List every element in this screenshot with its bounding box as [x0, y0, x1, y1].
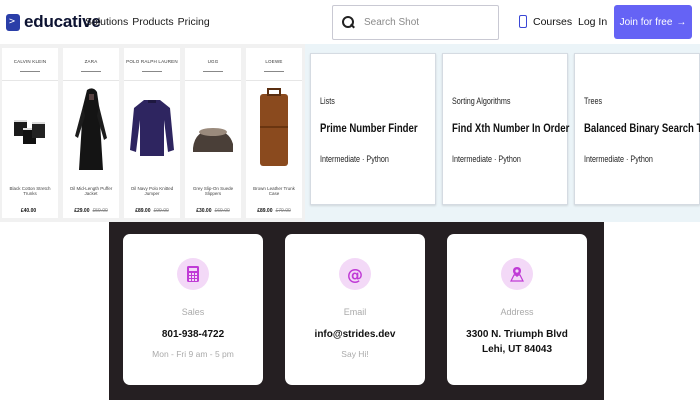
- shot-card[interactable]: Trees Balanced Binary Search Tree Interm…: [574, 53, 700, 205]
- contact-card-sales: Sales 801-938-4722 Mon - Fri 9 am - 5 pm: [123, 234, 263, 385]
- contact-hours: Mon - Fri 9 am - 5 pm: [152, 349, 234, 359]
- contact-section: Sales 801-938-4722 Mon - Fri 9 am - 5 pm…: [109, 222, 604, 400]
- divider: [185, 80, 241, 81]
- courses-label: Courses: [533, 15, 573, 28]
- divider: [124, 80, 180, 81]
- product-name: Oil Mid-Length Puffer Jacket: [69, 186, 113, 196]
- nav-solutions[interactable]: Solutions: [85, 16, 128, 28]
- product-name: Grey Slip-On Suede Slippers: [192, 186, 234, 196]
- product-card[interactable]: LOEWE Brown Leather Trunk Case £89.00 £79…: [246, 48, 302, 218]
- divider: [2, 80, 58, 81]
- shot-meta: Intermediate · Python: [584, 154, 653, 164]
- price: £89.00: [257, 208, 273, 214]
- calculator-icon: [177, 258, 209, 290]
- shot-card[interactable]: Lists Prime Number Finder Intermediate ·…: [310, 53, 436, 205]
- divider: [264, 71, 284, 72]
- product-brand: LOEWE: [265, 59, 283, 64]
- puffer-jacket-image: [75, 88, 107, 170]
- product-brand: CALVIN KLEIN: [13, 59, 47, 64]
- shot-title: Find Xth Number In Order: [452, 121, 570, 135]
- old-price: £99.00: [153, 208, 169, 214]
- top-navbar: > educative Solutions Products Pricing C…: [0, 0, 700, 44]
- product-price: £29.00 £59.00: [63, 208, 119, 214]
- shot-category: Trees: [584, 96, 603, 106]
- contact-label: Email: [343, 307, 367, 317]
- shot-category: Lists: [320, 96, 335, 106]
- contact-address: 3300 N. Triumph Blvd Lehi, UT 84043: [447, 327, 587, 357]
- price: £40.00: [20, 208, 37, 214]
- nav-products[interactable]: Products: [132, 16, 173, 28]
- price: £29.00: [74, 208, 90, 214]
- mobile-icon: [519, 15, 527, 28]
- product-price: £30.00 £69.00: [185, 208, 241, 214]
- join-label: Join for free: [619, 16, 673, 28]
- address-line-2: Lehi, UT 84043: [481, 344, 553, 355]
- product-name: Black Cotton Stretch Trunks: [9, 186, 51, 196]
- join-for-free-button[interactable]: Join for free →: [614, 5, 692, 39]
- shots-section: Lists Prime Number Finder Intermediate ·…: [305, 44, 700, 222]
- contact-card-email: @ Email info@strides.dev Say Hi!: [285, 234, 425, 385]
- product-brand: UGG: [207, 59, 219, 64]
- shot-meta: Intermediate · Python: [320, 154, 389, 164]
- slipper-image: [193, 128, 233, 152]
- search-input[interactable]: [364, 17, 494, 28]
- contact-email[interactable]: info@strides.dev: [285, 327, 425, 342]
- shot-card[interactable]: Sorting Algorithms Find Xth Number In Or…: [442, 53, 570, 205]
- search-box[interactable]: [332, 5, 499, 40]
- search-icon: [342, 16, 355, 29]
- contact-label: Sales: [181, 307, 205, 317]
- divider: [20, 71, 40, 72]
- nav-pricing[interactable]: Pricing: [178, 16, 210, 28]
- contact-card-address: Address 3300 N. Triumph Blvd Lehi, UT 84…: [447, 234, 587, 385]
- divider: [63, 80, 119, 81]
- price: £89.00: [135, 208, 151, 214]
- product-card[interactable]: ZARA Oil Mid-Length Puffer Jacket £29.00…: [63, 48, 119, 218]
- courses-link[interactable]: Courses: [519, 15, 572, 28]
- page: > educative Solutions Products Pricing C…: [0, 0, 700, 400]
- login-link[interactable]: Log In: [578, 16, 607, 28]
- shot-meta: Intermediate · Python: [452, 154, 521, 164]
- old-price: £59.00: [92, 208, 108, 214]
- at-sign-icon: @: [339, 258, 371, 290]
- price: £30.00: [196, 208, 212, 214]
- shot-category: Sorting Algorithms: [452, 96, 511, 106]
- divider: [81, 71, 101, 72]
- product-card[interactable]: UGG Grey Slip-On Suede Slippers £30.00 £6…: [185, 48, 241, 218]
- jumper-image: [130, 100, 174, 156]
- product-brand: POLO RALPH LAUREN: [126, 59, 178, 64]
- contact-phone[interactable]: 801-938-4722: [123, 327, 263, 342]
- map-pin-icon: [501, 258, 533, 290]
- old-price: £69.00: [214, 208, 230, 214]
- suitcase-image: [260, 88, 288, 166]
- contact-label: Address: [500, 307, 534, 317]
- divider: [203, 71, 223, 72]
- main-nav: Solutions Products Pricing: [85, 16, 210, 28]
- product-price: £89.00 £99.00: [124, 208, 180, 214]
- arrow-right-icon: →: [676, 16, 687, 28]
- divider: [246, 80, 302, 81]
- product-name: Oil Navy Polo Knitted Jumper: [130, 186, 174, 196]
- logo-icon: >: [6, 13, 20, 31]
- product-card[interactable]: CALVIN KLEIN Black Cotton Stretch Trunks…: [2, 48, 58, 218]
- product-price: £40.00: [2, 208, 58, 214]
- product-name: Brown Leather Trunk Case: [253, 186, 295, 196]
- shot-title: Balanced Binary Search Tree: [584, 121, 700, 135]
- old-price: £79.00: [275, 208, 291, 214]
- trunks-image: [14, 120, 45, 144]
- shot-title: Prime Number Finder: [320, 121, 418, 135]
- product-card[interactable]: POLO RALPH LAUREN Oil Navy Polo Knitted …: [124, 48, 180, 218]
- address-line-1: 3300 N. Triumph Blvd: [466, 329, 568, 340]
- product-brand: ZARA: [84, 59, 98, 64]
- product-strip: CALVIN KLEIN Black Cotton Stretch Trunks…: [0, 44, 305, 222]
- divider: [142, 71, 162, 72]
- contact-note: Say Hi!: [341, 349, 369, 359]
- product-price: £89.00 £79.00: [246, 208, 302, 214]
